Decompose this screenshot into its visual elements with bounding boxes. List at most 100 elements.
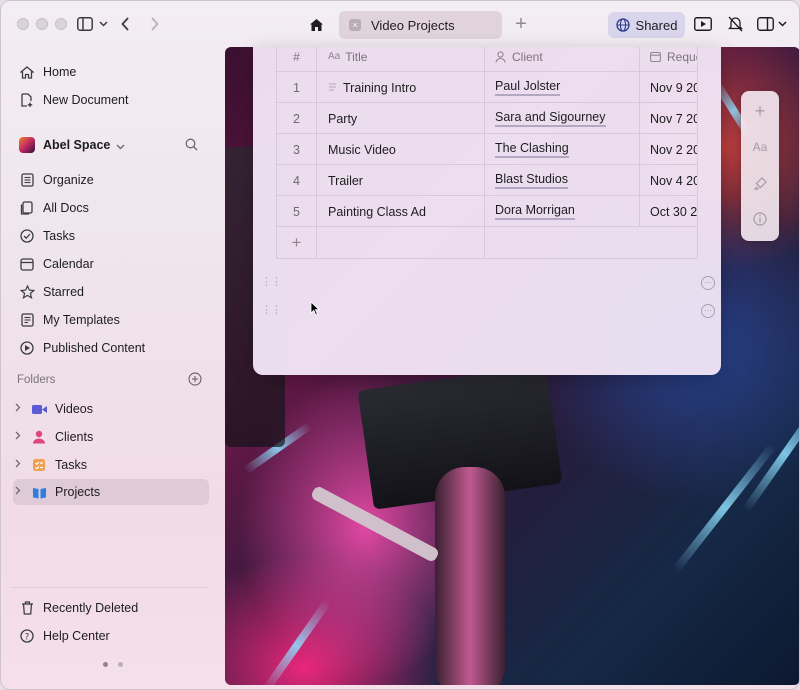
- row-client-cell[interactable]: Dora Morrigan: [485, 196, 640, 227]
- insert-plus-icon[interactable]: +: [741, 93, 779, 129]
- sidebar-item-new-document[interactable]: New Document: [13, 87, 209, 113]
- play-presentation-icon[interactable]: [693, 16, 713, 32]
- page-dot-active[interactable]: [103, 662, 108, 667]
- drag-handle-icon[interactable]: ⋮⋮: [261, 303, 282, 316]
- space-avatar: [19, 137, 35, 153]
- empty-cell[interactable]: [317, 227, 485, 258]
- forward-arrow-icon[interactable]: [147, 15, 161, 33]
- row-title: Training Intro: [343, 80, 417, 95]
- shared-button[interactable]: Shared: [608, 12, 685, 38]
- row-client-cell[interactable]: Paul Jolster: [485, 72, 640, 103]
- table-row[interactable]: 4 Trailer Blast Studios Nov 4 20: [277, 165, 697, 196]
- header-date[interactable]: Reque: [640, 47, 697, 72]
- header-client[interactable]: Client: [485, 47, 640, 72]
- chevron-down-icon[interactable]: [98, 16, 108, 32]
- close-window-button[interactable]: [17, 18, 29, 30]
- row-client-link[interactable]: Blast Studios: [495, 172, 568, 189]
- help-icon: ?: [19, 628, 35, 644]
- info-icon[interactable]: [741, 201, 779, 237]
- notifications-off-icon[interactable]: [726, 15, 744, 33]
- drag-handle-icon[interactable]: ⋮⋮: [261, 275, 282, 288]
- sidebar-item-organize[interactable]: Organize: [13, 167, 209, 193]
- table-row[interactable]: 3 Music Video The Clashing Nov 2 20: [277, 134, 697, 165]
- add-folder-icon[interactable]: [188, 372, 202, 389]
- divider: [11, 587, 209, 588]
- row-client-link[interactable]: Paul Jolster: [495, 79, 561, 96]
- table-row[interactable]: 5 Painting Class Ad Dora Morrigan Oct 30…: [277, 196, 697, 227]
- row-date[interactable]: Nov 9 20: [640, 72, 697, 103]
- row-client-link[interactable]: Dora Morrigan: [495, 203, 575, 220]
- row-client-link[interactable]: The Clashing: [495, 141, 569, 158]
- published-icon: [19, 340, 35, 356]
- empty-cell[interactable]: [485, 227, 640, 258]
- row-number: 2: [277, 103, 317, 134]
- table-row[interactable]: 2 Party Sara and Sigourney Nov 7 20: [277, 103, 697, 134]
- space-switcher[interactable]: Abel Space: [13, 132, 209, 158]
- more-options-icon[interactable]: ···: [701, 304, 715, 318]
- sidebar-item-label: My Templates: [43, 313, 120, 327]
- sidebar-folder-videos[interactable]: Videos: [13, 396, 209, 422]
- home-icon: [309, 19, 323, 31]
- table-row[interactable]: 1 Training Intro Paul Jolster Nov 9 20: [277, 72, 697, 103]
- row-title[interactable]: Music Video: [317, 134, 485, 165]
- add-row[interactable]: +: [277, 227, 697, 258]
- sidebar-toggle-icon[interactable]: [75, 15, 95, 33]
- home-tab-button[interactable]: [301, 12, 331, 38]
- header-client-label: Client: [512, 49, 543, 64]
- sidebar-folder-tasks[interactable]: Tasks: [13, 452, 209, 478]
- brush-icon[interactable]: [741, 165, 779, 201]
- sidebar-item-label: Recently Deleted: [43, 601, 139, 615]
- sidebar-item-label: Organize: [43, 173, 94, 187]
- sidebar-folder-clients[interactable]: Clients: [13, 424, 209, 450]
- row-title-cell[interactable]: Training Intro: [317, 72, 485, 103]
- text-style-icon[interactable]: Aa: [741, 129, 779, 165]
- sidebar-item-all-docs[interactable]: All Docs: [13, 195, 209, 221]
- row-client-cell[interactable]: The Clashing: [485, 134, 640, 165]
- back-arrow-icon[interactable]: [118, 15, 132, 33]
- chevron-down-icon[interactable]: [777, 16, 787, 32]
- title-bar: × Video Projects + Shared: [1, 1, 799, 47]
- new-tab-plus-icon[interactable]: +: [511, 13, 531, 35]
- camera-support-pole: [435, 467, 505, 685]
- sidebar-item-home[interactable]: Home: [13, 59, 209, 85]
- sidebar-item-calendar[interactable]: Calendar: [13, 251, 209, 277]
- chevron-right-icon[interactable]: [15, 459, 25, 471]
- row-title[interactable]: Trailer: [317, 165, 485, 196]
- row-title[interactable]: Painting Class Ad: [317, 196, 485, 227]
- tab-video-projects[interactable]: × Video Projects: [339, 11, 502, 39]
- header-title[interactable]: Aa Title: [317, 47, 485, 72]
- chevron-right-icon[interactable]: [15, 431, 25, 443]
- sidebar-item-label: Projects: [55, 485, 101, 499]
- projects-table: # Aa Title Client Reque: [276, 47, 698, 259]
- chevron-right-icon[interactable]: [15, 486, 25, 498]
- sidebar-item-starred[interactable]: Starred: [13, 279, 209, 305]
- sidebar-folder-projects[interactable]: Projects: [13, 479, 209, 505]
- close-tab-icon[interactable]: ×: [349, 19, 361, 31]
- row-date[interactable]: Oct 30 2: [640, 196, 697, 227]
- more-options-icon[interactable]: ···: [701, 276, 715, 290]
- row-client-cell[interactable]: Sara and Sigourney: [485, 103, 640, 134]
- row-client-cell[interactable]: Blast Studios: [485, 165, 640, 196]
- row-number: 4: [277, 165, 317, 196]
- row-date[interactable]: Nov 4 20: [640, 165, 697, 196]
- inspector-panel-icon[interactable]: [755, 15, 775, 33]
- templates-icon: [19, 312, 35, 328]
- header-num[interactable]: #: [277, 47, 317, 72]
- sidebar-item-published-content[interactable]: Published Content: [13, 335, 209, 361]
- row-date[interactable]: Nov 2 20: [640, 134, 697, 165]
- sidebar-item-recently-deleted[interactable]: Recently Deleted: [13, 595, 209, 621]
- sidebar-item-help-center[interactable]: ? Help Center: [13, 623, 209, 649]
- page-dot[interactable]: [118, 662, 123, 667]
- row-client-link[interactable]: Sara and Sigourney: [495, 110, 606, 127]
- chevron-right-icon[interactable]: [15, 403, 25, 415]
- row-title[interactable]: Party: [317, 103, 485, 134]
- row-date[interactable]: Nov 7 20: [640, 103, 697, 134]
- sidebar-item-label: Starred: [43, 285, 84, 299]
- minimize-window-button[interactable]: [36, 18, 48, 30]
- zoom-window-button[interactable]: [55, 18, 67, 30]
- sidebar-item-tasks[interactable]: Tasks: [13, 223, 209, 249]
- sidebar-item-label: Tasks: [43, 229, 75, 243]
- search-icon[interactable]: [185, 138, 198, 154]
- add-row-plus-icon[interactable]: +: [277, 227, 317, 258]
- sidebar-item-my-templates[interactable]: My Templates: [13, 307, 209, 333]
